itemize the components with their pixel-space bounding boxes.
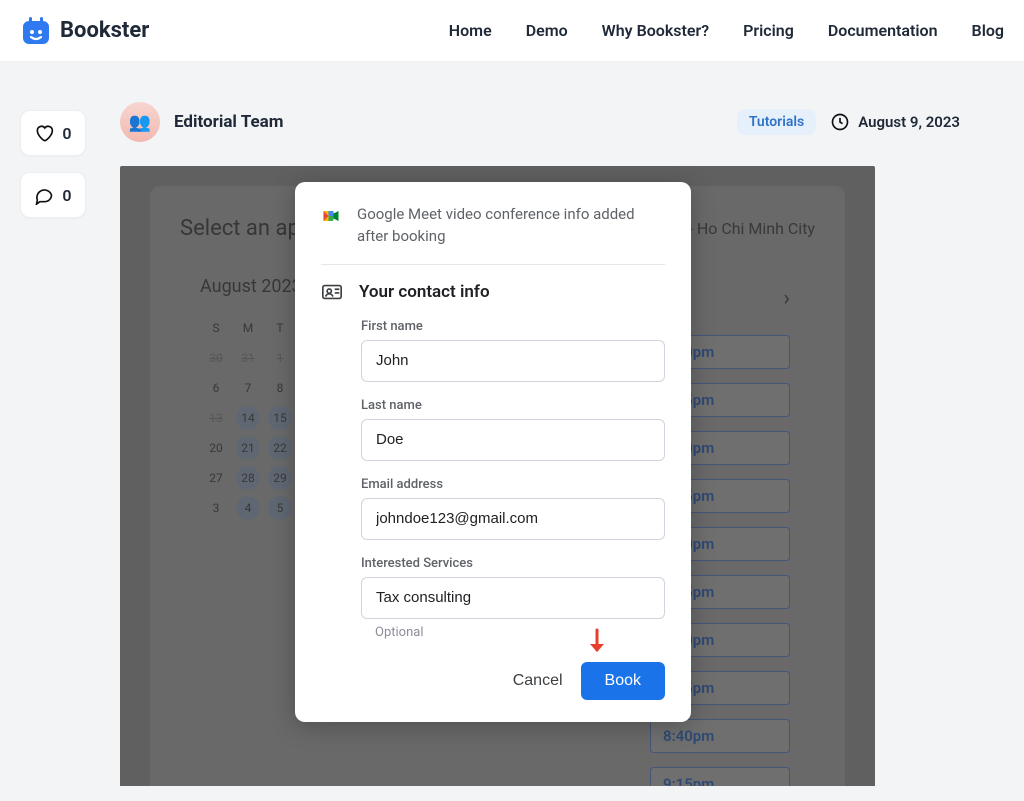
comment-count: 0	[62, 186, 71, 205]
screenshot-panel: Select an appoi e - Ho Chi Minh City Aug…	[120, 166, 875, 786]
nav-blog[interactable]: Blog	[972, 21, 1004, 40]
email-input[interactable]	[361, 498, 665, 540]
first-name-input[interactable]	[361, 340, 665, 382]
google-meet-icon	[321, 204, 341, 228]
contact-card-icon	[321, 281, 343, 303]
brand-name: Bookster	[60, 18, 149, 43]
category-tag[interactable]: Tutorials	[737, 109, 816, 135]
contact-heading: Your contact info	[359, 282, 490, 302]
divider	[321, 264, 665, 265]
email-label: Email address	[361, 477, 665, 492]
last-name-label: Last name	[361, 398, 665, 413]
heart-icon	[34, 123, 54, 143]
nav-demo[interactable]: Demo	[526, 21, 568, 40]
nav-pricing[interactable]: Pricing	[743, 21, 794, 40]
brand-logo-icon	[20, 15, 52, 47]
comment-button[interactable]: 0	[20, 172, 86, 218]
book-button[interactable]: Book	[581, 662, 665, 700]
nav-docs[interactable]: Documentation	[828, 21, 938, 40]
brand[interactable]: Bookster	[20, 15, 149, 47]
clock-icon	[830, 112, 850, 132]
post-date: August 9, 2023	[830, 112, 960, 132]
author-name: Editorial Team	[174, 112, 283, 132]
first-name-label: First name	[361, 319, 665, 334]
top-nav: Bookster Home Demo Why Bookster? Pricing…	[0, 0, 1024, 62]
comment-icon	[34, 185, 54, 205]
cancel-button[interactable]: Cancel	[513, 672, 563, 690]
meet-info-text: Google Meet video conference info added …	[357, 204, 665, 248]
services-label: Interested Services	[361, 556, 665, 571]
post-meta: 👥 Editorial Team Tutorials August 9, 202…	[120, 102, 960, 142]
nav-why[interactable]: Why Bookster?	[602, 21, 709, 40]
optional-hint: Optional	[361, 625, 665, 640]
like-count: 0	[62, 124, 71, 143]
side-actions: 0 0	[20, 110, 110, 218]
last-name-input[interactable]	[361, 419, 665, 461]
booking-modal: Google Meet video conference info added …	[295, 182, 691, 722]
services-input[interactable]	[361, 577, 665, 619]
primary-nav: Home Demo Why Bookster? Pricing Document…	[449, 21, 1004, 40]
author-avatar: 👥	[120, 102, 160, 142]
post-date-text: August 9, 2023	[858, 113, 960, 131]
like-button[interactable]: 0	[20, 110, 86, 156]
nav-home[interactable]: Home	[449, 21, 492, 40]
